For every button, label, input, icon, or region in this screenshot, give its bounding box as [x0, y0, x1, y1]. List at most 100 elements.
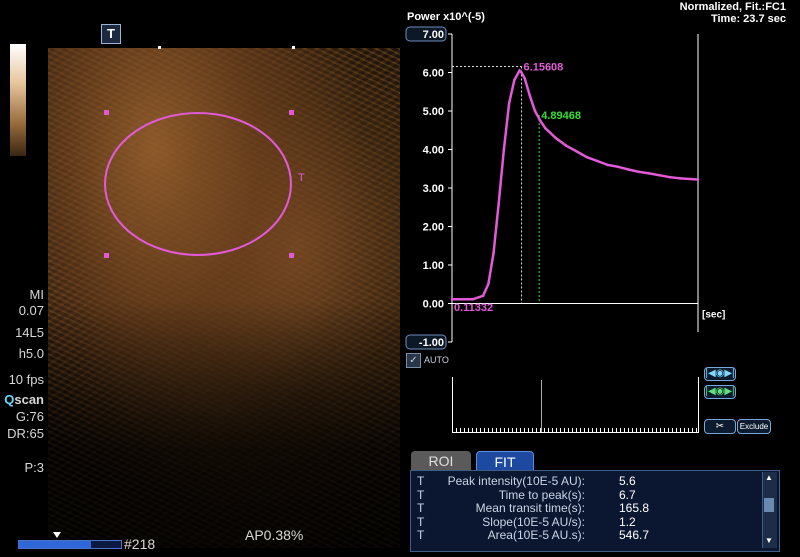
roi-handle-top-left[interactable]: [104, 110, 109, 115]
roi-handle-top-right[interactable]: [289, 110, 294, 115]
series-point: [679, 177, 682, 180]
x-axis-label: [sec]: [702, 310, 725, 321]
series-point: [471, 297, 475, 301]
series-point: [544, 127, 547, 130]
series-point: [487, 282, 490, 286]
row-label: Peak intensity(10E-5 AU):: [447, 474, 585, 488]
series-point: [497, 202, 501, 205]
y-tick-label: 1.00: [423, 260, 444, 272]
series-point: [585, 155, 589, 159]
param-dynamic-range: DR:65: [7, 426, 44, 441]
y-tick-label: 2.00: [423, 222, 444, 234]
param-preset: P:3: [24, 460, 44, 475]
y-tick-label: 0.00: [423, 299, 444, 311]
series-point: [658, 173, 661, 177]
tic-chart[interactable]: 7.00 6.00 5.00 4.00 3.00 2.00 1.00 0.00 -1.00 [se…: [400, 24, 730, 354]
qscan-q: Q: [4, 392, 15, 407]
timeline-ticks: [452, 428, 697, 432]
series-point: [520, 71, 523, 74]
frame-number: #218: [124, 536, 156, 552]
roi-ellipse[interactable]: [104, 112, 292, 256]
param-harmonic: h5.0: [18, 346, 44, 361]
scroll-thumb[interactable]: [764, 498, 774, 512]
series-point: [461, 297, 464, 301]
y-tick-label: -1.00: [419, 337, 444, 349]
row-label: Area(10E-5 AU.s):: [487, 528, 585, 542]
y-tick-label: 7.00: [423, 29, 444, 41]
table-row[interactable]: T Time to peak(s): 6.7: [411, 488, 761, 502]
y-tick-label: 5.00: [423, 106, 444, 118]
row-prefix: T: [417, 528, 425, 542]
series-point: [564, 144, 568, 147]
series-point: [627, 168, 630, 171]
row-value: 1.2: [619, 514, 636, 529]
row-prefix: T: [417, 474, 425, 488]
exclude-button[interactable]: Exclude: [737, 419, 771, 434]
auto-label: AUTO: [424, 355, 449, 365]
tab-roi[interactable]: ROI: [411, 451, 471, 471]
cine-first-button[interactable]: |◀◉▶|: [704, 367, 736, 381]
roi-label: T: [298, 172, 305, 184]
series-point: [481, 294, 485, 298]
roi-handle-bottom-right[interactable]: [289, 253, 294, 258]
series-point: [528, 94, 532, 97]
row-label: Mean transit time(s):: [475, 501, 585, 515]
timeline-overview[interactable]: [452, 377, 699, 433]
roi-overlay[interactable]: [0, 0, 400, 557]
fit-mode-label: Normalized, Fit.:FC1: [679, 1, 786, 13]
param-gain: G:76: [15, 409, 44, 424]
scissors-icon[interactable]: ✂: [704, 419, 736, 434]
cine-play-button[interactable]: |◀◉▶|: [704, 385, 736, 399]
row-value: 6.7: [619, 487, 636, 502]
ap-label: AP0.38%: [245, 527, 304, 543]
param-probe: 14L5: [15, 325, 44, 340]
series-line: [452, 68, 699, 301]
cine-pointer-icon[interactable]: [53, 532, 61, 538]
series-point: [492, 252, 495, 255]
table-row[interactable]: T Mean transit time(s): 165.8: [411, 501, 761, 515]
y-tick-label: 4.00: [423, 145, 444, 157]
row-prefix: T: [417, 487, 425, 502]
row-value: 5.6: [619, 474, 636, 488]
y-tick-label: 6.00: [423, 68, 444, 80]
series-point: [450, 297, 454, 301]
series-point: [518, 69, 521, 72]
row-value: 546.7: [619, 528, 650, 542]
table-row[interactable]: T Area(10E-5 AU.s): 546.7: [411, 528, 761, 542]
data-annotation: 4.89468: [541, 110, 581, 122]
series-point: [647, 172, 651, 175]
series-point: [554, 136, 558, 140]
series-point: [502, 148, 506, 151]
auto-checkbox[interactable]: ✓: [406, 353, 421, 368]
series-point: [616, 165, 620, 169]
qscan-label: Qscan: [0, 392, 44, 407]
timeline-cursor[interactable]: [541, 380, 542, 432]
series-point: [696, 178, 700, 181]
table-row[interactable]: T Slope(10E-5 AU/s): 1.2: [411, 515, 761, 529]
row-label: Slope(10E-5 AU/s):: [482, 514, 585, 529]
series-point: [575, 150, 578, 153]
param-mi-value: 0.07: [18, 303, 44, 318]
fit-results-table: T Peak intensity(10E-5 AU): 5.6 T Time to pe…: [410, 470, 780, 552]
series-point: [637, 170, 641, 174]
series-point: [512, 78, 516, 82]
data-annotation: 6.15608: [524, 61, 564, 73]
series-point: [507, 102, 511, 105]
y-tick-label: 3.00: [423, 183, 444, 195]
scroll-up-icon[interactable]: ▲: [764, 473, 774, 483]
series-point: [668, 175, 672, 179]
param-mi-label: MI: [29, 287, 44, 302]
table-row[interactable]: T Peak intensity(10E-5 AU): 5.6: [411, 474, 761, 488]
series-point: [533, 109, 537, 113]
qscan-text: scan: [14, 392, 44, 407]
data-annotation: 0.11332: [454, 302, 493, 314]
series-point: [523, 76, 526, 80]
row-prefix: T: [417, 501, 425, 515]
cine-progress-fill: [19, 541, 91, 548]
roi-handle-bottom-left[interactable]: [104, 253, 109, 258]
series-point: [596, 159, 599, 163]
series-point: [606, 163, 609, 167]
scroll-down-icon[interactable]: ▼: [764, 536, 774, 546]
row-prefix: T: [417, 514, 425, 529]
row-value: 165.8: [619, 501, 650, 515]
